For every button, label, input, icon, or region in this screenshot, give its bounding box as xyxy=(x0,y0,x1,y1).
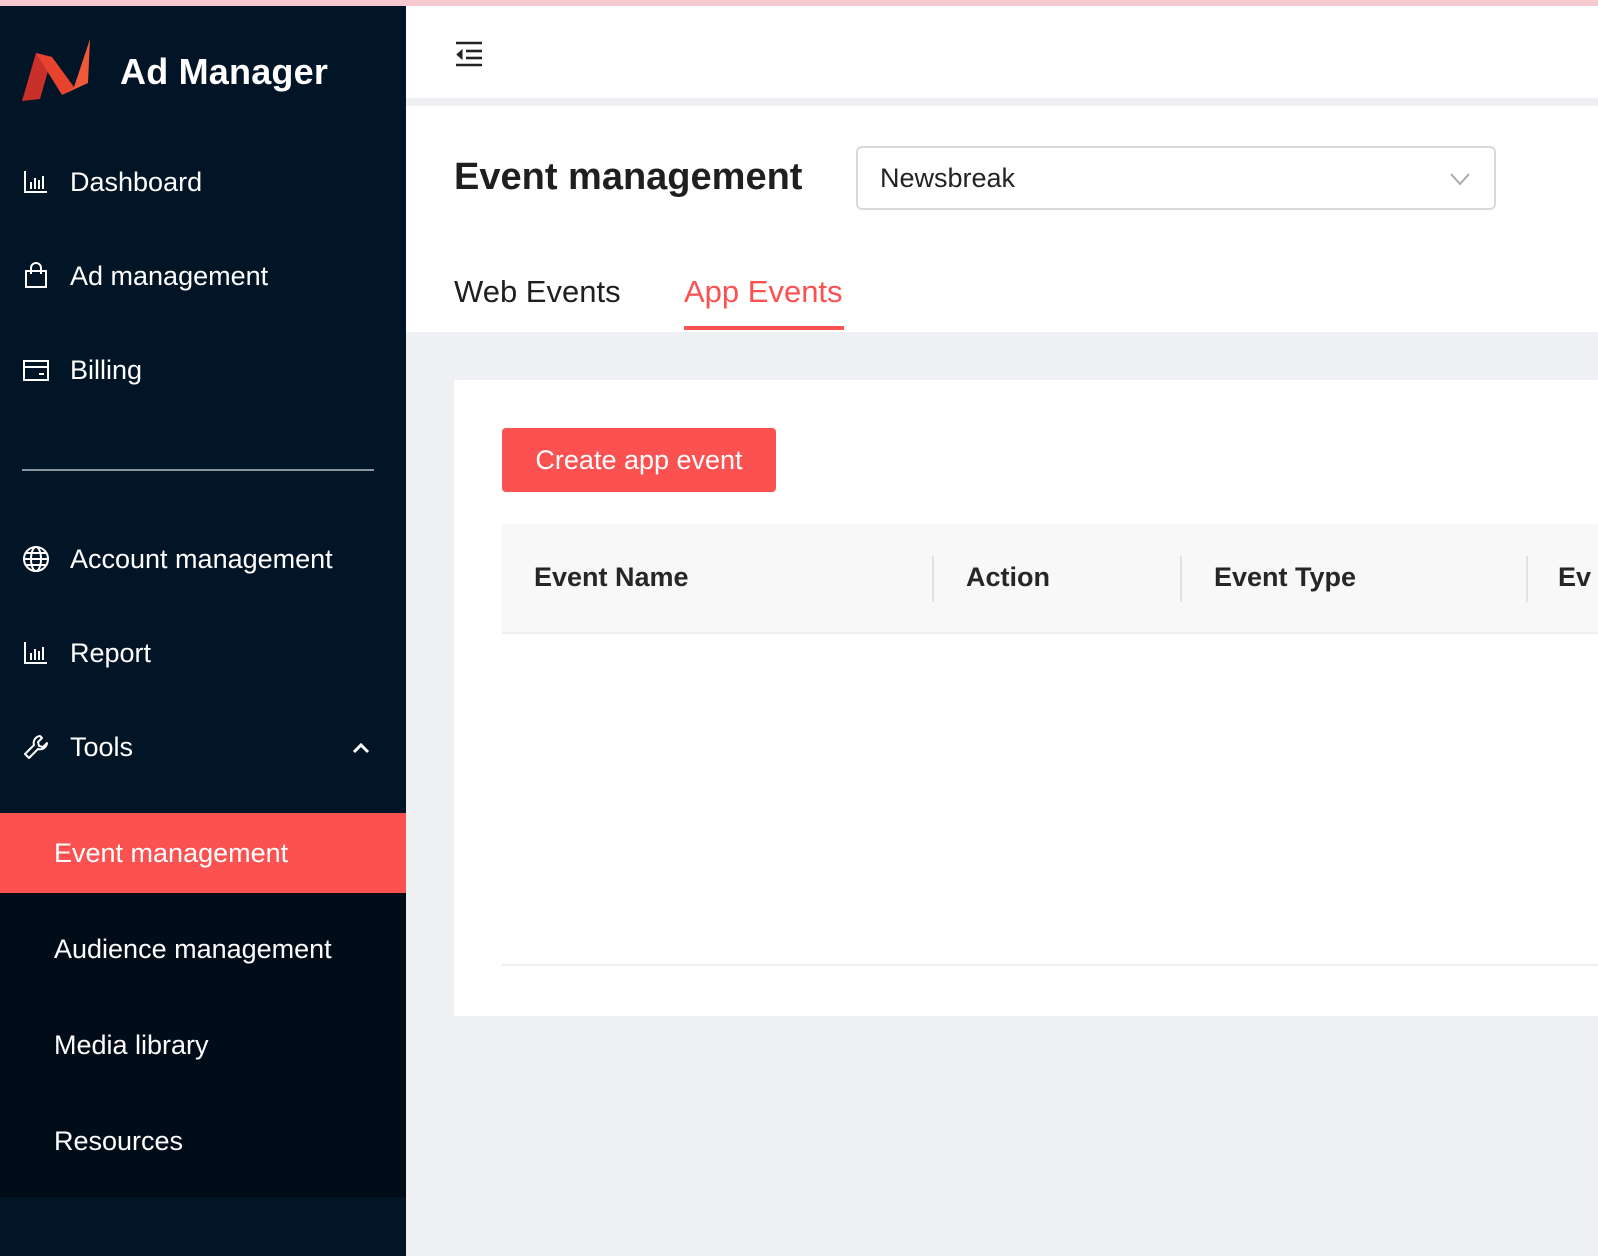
sidebar-item-label: Account management xyxy=(70,543,333,574)
logo-icon xyxy=(22,35,94,110)
column-separator xyxy=(1526,556,1528,602)
page-header: Event management Newsbreak Web Events Ap… xyxy=(406,106,1598,332)
globe-icon xyxy=(22,545,50,573)
column-header-event-name: Event Name xyxy=(534,562,689,592)
table-header: Event Name Action Event Type Ev xyxy=(502,524,1598,634)
column-separator xyxy=(932,556,934,602)
column-header-event-type: Event Type xyxy=(1214,562,1357,592)
column-separator xyxy=(1180,556,1182,602)
app-title: Ad Manager xyxy=(120,51,329,92)
app-select-dropdown[interactable]: Newsbreak xyxy=(856,146,1496,210)
column-header-truncated: Ev xyxy=(1558,562,1592,592)
sidebar-item-label: Ad management xyxy=(70,260,269,291)
submenu-item-resources[interactable]: Resources xyxy=(0,1101,406,1181)
select-value: Newsbreak xyxy=(880,163,1016,193)
column-header-action: Action xyxy=(966,562,1050,592)
bar-chart-icon xyxy=(22,639,50,667)
submenu-item-audience-management[interactable]: Audience management xyxy=(0,909,406,989)
sidebar-item-billing[interactable]: Billing xyxy=(0,330,406,410)
menu-fold-icon[interactable] xyxy=(454,40,484,68)
sidebar-item-label: Report xyxy=(70,637,152,668)
top-accent-line xyxy=(0,0,1598,6)
tools-submenu: Event management Audience management Med… xyxy=(0,813,406,1197)
shopping-bag-icon xyxy=(22,262,50,290)
table-bottom-border xyxy=(502,964,1598,966)
top-header xyxy=(406,6,1598,102)
sidebar-divider xyxy=(22,469,374,471)
brand[interactable]: Ad Manager xyxy=(22,36,328,108)
sidebar-item-report[interactable]: Report xyxy=(0,613,406,693)
sidebar-item-label: Billing xyxy=(70,354,143,385)
wrench-icon xyxy=(22,733,50,761)
content-card: Create app event Event Name Action Event… xyxy=(454,380,1598,1016)
active-tab-indicator xyxy=(684,326,844,330)
tab-app-events[interactable]: App Events xyxy=(684,274,843,310)
sidebar: Ad Manager Dashboard Ad management Billi… xyxy=(0,6,406,1256)
sidebar-item-tools[interactable]: Tools xyxy=(0,707,406,787)
sidebar-item-label: Dashboard xyxy=(70,166,203,197)
page-title: Event management xyxy=(454,156,803,198)
bar-chart-icon xyxy=(22,168,50,196)
chevron-up-icon[interactable] xyxy=(350,735,372,757)
credit-card-icon xyxy=(22,356,50,384)
tab-web-events[interactable]: Web Events xyxy=(454,274,621,310)
create-app-event-button[interactable]: Create app event xyxy=(502,428,776,492)
sidebar-item-dashboard[interactable]: Dashboard xyxy=(0,142,406,222)
submenu-item-media-library[interactable]: Media library xyxy=(0,1005,406,1085)
submenu-item-event-management[interactable]: Event management xyxy=(0,813,406,893)
chevron-down-icon xyxy=(1448,168,1472,190)
sidebar-item-label: Tools xyxy=(70,731,134,762)
sidebar-item-ad-management[interactable]: Ad management xyxy=(0,236,406,316)
sidebar-item-account-management[interactable]: Account management xyxy=(0,519,406,599)
